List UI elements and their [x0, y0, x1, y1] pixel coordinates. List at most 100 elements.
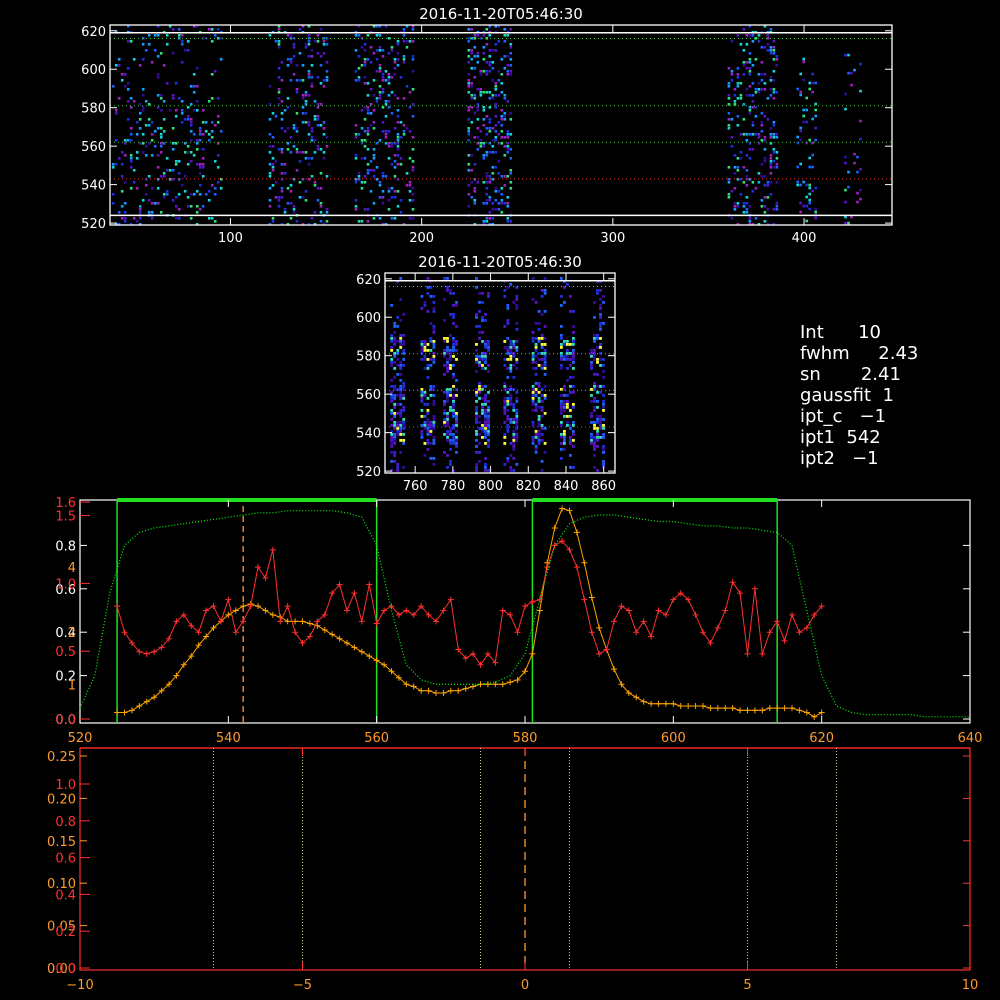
panel1-pixel — [805, 96, 808, 100]
panel2-pixel — [509, 364, 513, 367]
panel1-pixel — [399, 76, 403, 79]
panel1-pixel — [811, 165, 814, 169]
panel1-pixel — [733, 208, 737, 211]
panel1-pixel — [411, 193, 415, 196]
panel1-pixel — [313, 184, 317, 187]
panel1-pixel — [147, 43, 151, 46]
panel1-pixel — [210, 136, 214, 139]
panel1-pixel — [174, 82, 178, 85]
panel1-pixel — [280, 118, 284, 121]
panel2-pixel — [596, 391, 599, 394]
fit-parameters-panel: Int 10 fwhm 2.43 sn 2.41 gaussfit 1 ipt_… — [800, 322, 919, 469]
panel1-pixel — [126, 100, 130, 103]
panel1-pixel — [730, 190, 734, 193]
panel2-pixel — [602, 463, 605, 466]
panel1-pixel — [757, 91, 761, 94]
panel1-pixel — [168, 109, 172, 112]
panel1-pixel — [144, 154, 148, 157]
panel1-pixel — [180, 109, 184, 112]
panel2-pixel — [432, 346, 436, 349]
panel1-pixel — [802, 204, 805, 208]
panel2-pixel — [446, 349, 449, 352]
panel2-pixel — [399, 439, 403, 442]
panel1-pixel — [316, 148, 320, 151]
panel1-pixel — [754, 58, 758, 61]
panel2-pixel — [560, 277, 563, 280]
panel1-pixel — [482, 145, 486, 148]
panel2-pixel — [396, 325, 400, 328]
panel2-ytick-label: 520 — [356, 465, 381, 480]
panel2-pixel — [452, 373, 455, 376]
panel1-pixel — [491, 79, 495, 82]
panel2-pixel — [390, 424, 394, 427]
panel2-pixel — [487, 442, 490, 445]
panel1-pixel — [307, 133, 311, 136]
panel1-pixel — [286, 202, 290, 205]
panel2-pixel — [487, 439, 490, 442]
panel2-pixel — [426, 442, 430, 445]
panel1-pixel — [180, 34, 184, 37]
panel1-pixel — [135, 157, 139, 160]
panel1-pixel — [470, 97, 474, 100]
panel1-pixel — [216, 115, 220, 118]
panel1-pixel — [304, 94, 308, 97]
panel1-pixel — [195, 100, 199, 103]
panel2-pixel — [537, 352, 541, 355]
panel2-pixel — [515, 421, 519, 424]
panel1-pixel — [853, 68, 856, 72]
panel1-pixel — [467, 73, 471, 76]
panel1-pixel — [844, 107, 847, 111]
panel1-pixel — [467, 163, 471, 166]
panel1-pixel — [198, 208, 202, 211]
panel1-pixel — [369, 88, 373, 91]
panel2-pixel — [443, 403, 446, 406]
panel1-pixel — [322, 133, 326, 136]
panel1-pixel — [192, 85, 196, 88]
panel2-pixel — [487, 391, 490, 394]
panel2-pixel — [399, 403, 403, 406]
panel1-pixel — [396, 64, 400, 67]
panel2-pixel — [402, 433, 406, 436]
panel4-xtick-label: 0 — [521, 978, 529, 993]
panel1-pixel — [476, 61, 480, 64]
panel2-pixel — [512, 436, 516, 439]
panel2-pixel — [446, 286, 449, 289]
panel2-pixel — [596, 445, 599, 448]
panel1-pixel — [366, 172, 370, 175]
panel2-pixel — [484, 415, 487, 418]
panel3-xtick-label: 540 — [216, 731, 241, 746]
panel1-pixel — [799, 201, 802, 205]
panel1-pixel — [727, 166, 731, 169]
panel1-pixel — [277, 199, 281, 202]
panel1-pixel — [292, 211, 296, 214]
panel2-pixel — [390, 340, 394, 343]
panel2-pixel — [487, 430, 490, 433]
panel2-pixel — [484, 409, 487, 412]
panel1-pixel — [473, 112, 477, 115]
panel1-pixel — [772, 121, 776, 124]
panel2-pixel — [402, 349, 406, 352]
panel1-pixel — [497, 94, 501, 97]
panel1-pixel — [325, 145, 329, 148]
panel1-pixel — [126, 67, 130, 70]
panel2-pixel — [452, 337, 455, 340]
panel2-pixel — [512, 409, 516, 412]
panel2-xtick-label: 780 — [440, 479, 465, 494]
panel2-pixel — [399, 373, 403, 376]
panel2-pixel — [543, 343, 547, 346]
panel1-pixel — [274, 115, 278, 118]
panel1-pixel — [742, 202, 746, 205]
panel1-pixel — [727, 103, 731, 106]
panel1-pixel — [473, 94, 477, 97]
panel2-pixel — [475, 439, 478, 442]
panel1-pixel — [198, 163, 202, 166]
panel1-pixel — [742, 49, 746, 52]
panel1-pixel — [745, 175, 749, 178]
panel2-pixel — [429, 358, 433, 361]
panel1-pixel — [354, 79, 358, 82]
panel2-pixel — [509, 340, 513, 343]
panel2-pixel — [509, 418, 513, 421]
panel1-pixel — [210, 40, 214, 43]
panel1-pixel — [503, 175, 507, 178]
panel1-pixel — [467, 130, 471, 133]
